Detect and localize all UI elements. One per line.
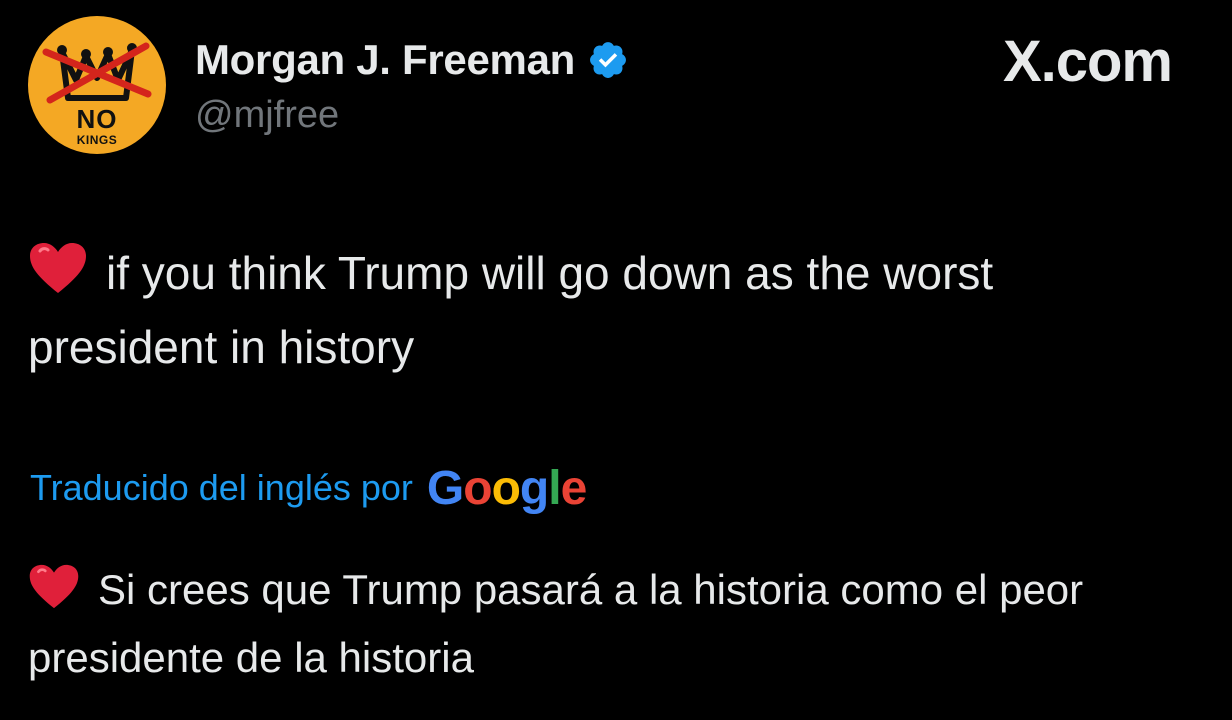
google-letter: o <box>491 461 521 515</box>
author-handle[interactable]: @mjfree <box>195 94 339 137</box>
tweet-card: NO KINGS Morgan J. Freeman @mjfree X.com… <box>0 0 1232 720</box>
display-name[interactable]: Morgan J. Freeman <box>195 36 575 84</box>
google-letter: g <box>519 461 549 515</box>
author-name-row: Morgan J. Freeman <box>195 34 629 86</box>
google-letter: l <box>548 461 561 515</box>
tweet-original-text-block: if you think Trump will go down as the w… <box>28 236 1188 384</box>
tweet-translated-text-block: Si crees que Trump pasará a la historia … <box>28 556 1188 692</box>
avatar-kings-text: KINGS <box>76 133 118 147</box>
tweet-translated-text: Si crees que Trump pasará a la historia … <box>28 566 1084 681</box>
verified-badge-icon[interactable] <box>587 39 629 81</box>
google-letter: G <box>426 461 464 515</box>
avatar[interactable]: NO KINGS <box>28 16 166 154</box>
red-heart-icon <box>29 564 79 609</box>
tweet-original-text: if you think Trump will go down as the w… <box>28 247 994 373</box>
brand-label: X.com <box>1002 29 1173 94</box>
google-letter: e <box>560 461 588 515</box>
avatar-no-text: NO <box>76 104 118 134</box>
translation-attribution[interactable]: Traducido del inglés por Google <box>30 458 588 518</box>
google-letter: o <box>463 461 492 515</box>
red-heart-icon <box>30 243 86 293</box>
translation-label[interactable]: Traducido del inglés por <box>30 467 413 509</box>
google-logo: Google <box>426 461 588 516</box>
